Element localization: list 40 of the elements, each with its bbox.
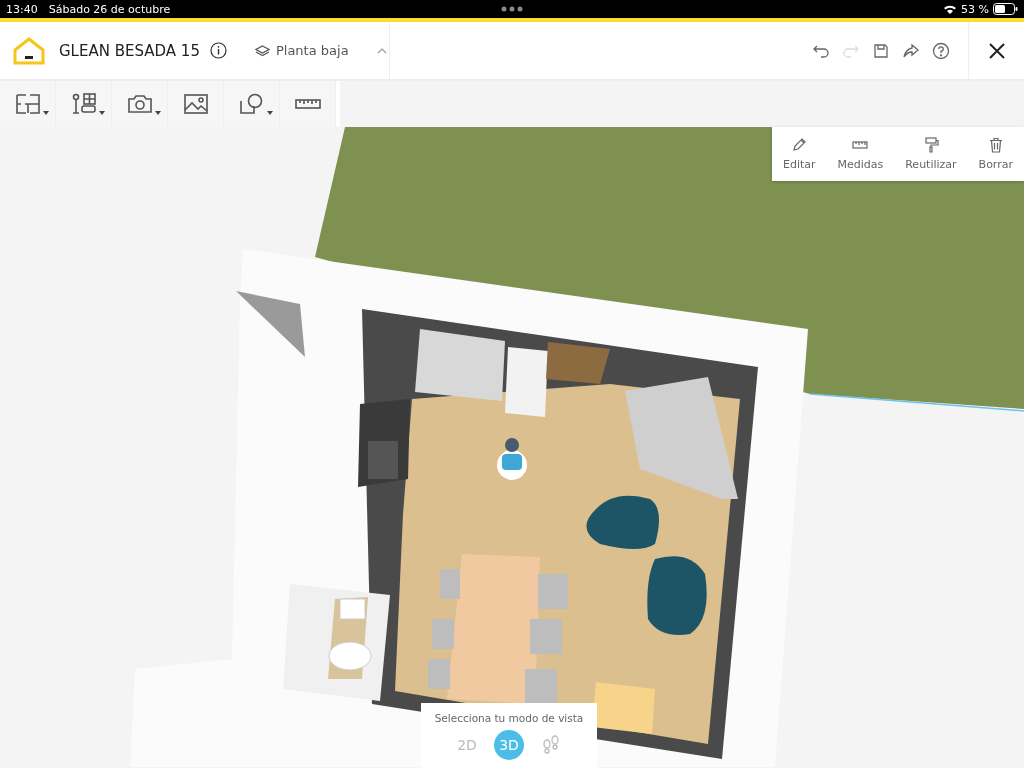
project-title: GLEAN BESADA 15 xyxy=(59,41,200,60)
ruler-tool-button[interactable] xyxy=(280,81,336,127)
save-icon xyxy=(872,41,890,60)
pencil-icon xyxy=(791,137,808,153)
furniture-tool-button[interactable] xyxy=(56,81,112,127)
floor-plan-icon xyxy=(14,93,41,115)
paint-roller-icon xyxy=(922,137,939,153)
floor-selector[interactable]: Planta baja xyxy=(254,43,387,58)
trash-icon xyxy=(987,137,1004,153)
caret-icon xyxy=(99,111,105,115)
camera-icon xyxy=(126,93,153,115)
shapes-icon xyxy=(238,93,265,115)
status-date: Sábado 26 de octubre xyxy=(48,2,171,16)
info-icon[interactable] xyxy=(209,42,227,59)
shapes-tool-button[interactable] xyxy=(224,81,280,127)
footprints-icon xyxy=(542,735,560,755)
camera-tool-button[interactable] xyxy=(112,81,168,127)
measure-menu-item[interactable]: Medidas xyxy=(837,137,884,171)
battery-icon xyxy=(993,3,1018,15)
image-icon xyxy=(182,93,209,115)
multitask-dots-icon[interactable] xyxy=(501,6,523,12)
caret-icon xyxy=(155,111,161,115)
furniture-icon xyxy=(70,93,97,115)
image-tool-button[interactable] xyxy=(168,81,224,127)
close-icon xyxy=(987,41,1006,60)
wifi-icon xyxy=(943,4,958,14)
walls-tool-button[interactable] xyxy=(0,81,56,127)
edit-menu-item[interactable]: Editar xyxy=(782,137,816,171)
battery-percent: 53 % xyxy=(961,2,989,16)
delete-menu-item[interactable]: Borrar xyxy=(978,137,1013,171)
caret-icon xyxy=(43,111,49,115)
status-time: 13:40 xyxy=(6,2,38,16)
view-mode-label: Selecciona tu modo de vista xyxy=(434,712,584,724)
help-icon xyxy=(932,41,950,60)
caret-icon xyxy=(267,111,273,115)
house-logo-icon[interactable] xyxy=(13,36,45,65)
reuse-menu-item[interactable]: Reutilizar xyxy=(905,137,957,171)
layers-icon xyxy=(254,44,270,57)
share-icon xyxy=(902,41,920,60)
chevron-up-icon xyxy=(376,47,387,54)
